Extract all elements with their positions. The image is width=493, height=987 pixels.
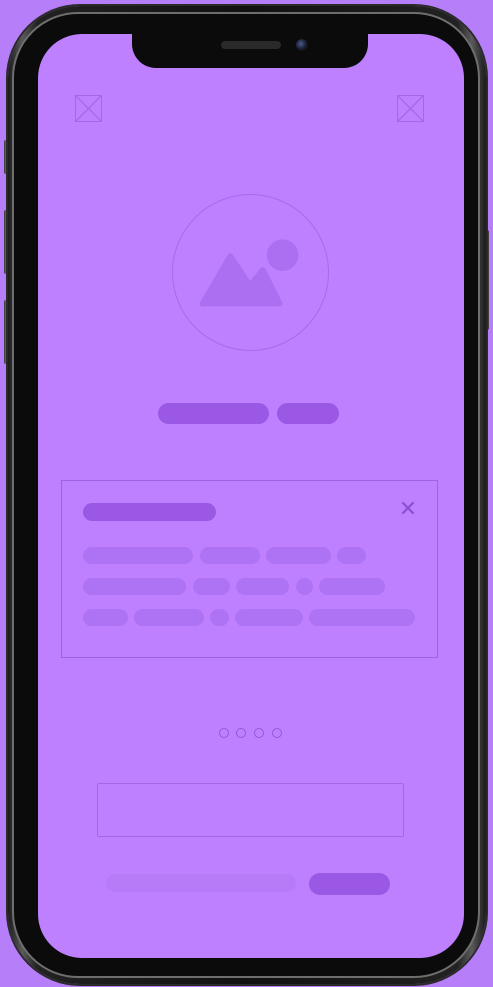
card-text-segment (210, 609, 229, 626)
title-line-2 (277, 403, 339, 424)
card-text-segment (309, 609, 415, 626)
card-text-segment (235, 609, 303, 626)
card-text-segment (134, 609, 204, 626)
pagination-dot-3[interactable] (254, 728, 264, 738)
card-heading (83, 503, 216, 521)
card-close-icon[interactable]: ✕ (398, 499, 418, 521)
pagination-dot-4[interactable] (272, 728, 282, 738)
footer-action-button[interactable] (309, 873, 390, 895)
title-line-1 (158, 403, 269, 424)
text-input[interactable] (97, 783, 404, 837)
pagination-dot-1[interactable] (219, 728, 229, 738)
card-text-segment (236, 578, 289, 595)
card-text-segment (83, 609, 128, 626)
top-left-image-placeholder-icon[interactable] (75, 95, 102, 122)
stage: ✕ (0, 0, 493, 987)
hero-image-icon (172, 194, 329, 351)
top-right-image-placeholder-icon[interactable] (397, 95, 424, 122)
front-camera (296, 39, 308, 51)
card-text-segment (266, 547, 331, 564)
card-text-segment (83, 578, 186, 595)
card-text-segment (337, 547, 366, 564)
pagination-dot-2[interactable] (236, 728, 246, 738)
card-text-segment (296, 578, 313, 595)
earpiece-speaker (221, 41, 281, 49)
card-text-segment (193, 578, 230, 595)
notch (132, 30, 368, 68)
card-text-segment (319, 578, 385, 595)
footer-text-placeholder (106, 874, 296, 892)
card-text-segment (83, 547, 193, 564)
card-text-segment (200, 547, 260, 564)
